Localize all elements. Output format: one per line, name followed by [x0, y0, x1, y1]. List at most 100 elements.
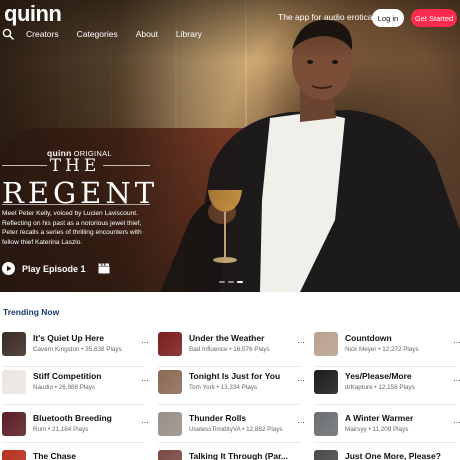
trending-item-meta: Rum • 21,184 Plays: [33, 426, 88, 433]
more-options-icon[interactable]: ···: [297, 455, 305, 460]
more-options-icon[interactable]: ···: [453, 455, 460, 460]
trending-item-creator[interactable]: Bad Influence: [189, 346, 228, 353]
trending-item-plays: 13,334 Plays: [220, 384, 258, 391]
trending-item[interactable]: Yes/Please/More drKapture • 12,156 Plays ·…: [314, 368, 460, 400]
search-icon[interactable]: [2, 28, 14, 40]
trending-item-plays: 26,988 Plays: [58, 384, 96, 391]
trending-item-plays: 35,638 Plays: [85, 346, 122, 353]
trending-item[interactable]: Tonight Is Just for You Tom York • 13,334…: [158, 368, 310, 400]
trending-item-meta: Nick Meyer • 12,272 Plays: [345, 346, 419, 353]
trending-thumbnail[interactable]: [2, 412, 26, 436]
more-options-icon[interactable]: ···: [297, 375, 305, 385]
nav-creators[interactable]: Creators: [26, 29, 59, 39]
play-circle-icon[interactable]: [2, 262, 15, 275]
trending-item-title[interactable]: Bluetooth Breeding: [33, 413, 112, 423]
trending-item[interactable]: Under the Weather Bad Influence • 16,576 …: [158, 330, 310, 362]
trending-item-meta: Bad Influence • 16,576 Plays: [189, 346, 270, 353]
more-options-icon[interactable]: ···: [141, 337, 149, 347]
trending-thumbnail[interactable]: [158, 412, 182, 436]
trending-item[interactable]: Bluetooth Breeding Rum • 21,184 Plays ···: [2, 410, 154, 442]
trending-item-meta: drKapture • 12,156 Plays: [345, 384, 415, 391]
trending-thumbnail[interactable]: [314, 450, 338, 460]
trending-item-plays: 12,882 Plays: [246, 426, 283, 433]
trending-thumbnail[interactable]: [314, 332, 338, 356]
row-divider: [158, 442, 300, 443]
row-divider: [2, 404, 144, 405]
feature-description: Meet Peter Kelly, voiced by Lucien Lavis…: [2, 210, 142, 246]
trending-thumbnail[interactable]: [2, 332, 26, 356]
row-divider: [314, 404, 456, 405]
more-options-icon[interactable]: ···: [453, 375, 460, 385]
trending-item-creator[interactable]: Rum: [33, 426, 46, 433]
clapperboard-icon[interactable]: [98, 263, 110, 274]
play-episode-button[interactable]: Play Episode 1: [2, 262, 110, 275]
login-button[interactable]: Log in: [372, 9, 404, 27]
carousel-dot[interactable]: [219, 281, 225, 283]
get-started-button[interactable]: Get Started: [411, 9, 457, 27]
trending-item-title[interactable]: Under the Weather: [189, 333, 264, 343]
carousel-dot[interactable]: [228, 281, 234, 283]
trending-thumbnail[interactable]: [158, 450, 182, 460]
trending-item[interactable]: The Chase ···: [2, 448, 154, 460]
trending-thumbnail[interactable]: [158, 370, 182, 394]
main-nav: Creators Categories About Library: [2, 27, 220, 41]
feature-title-small: THE: [49, 156, 101, 176]
trending-thumbnail[interactable]: [2, 370, 26, 394]
trending-item[interactable]: A Winter Warmer Mairsyy • 11,209 Plays ···: [314, 410, 460, 442]
trending-item-title[interactable]: Tonight Is Just for You: [189, 371, 280, 381]
trending-item-creator[interactable]: Tom York: [189, 384, 215, 391]
title-underline: [2, 204, 150, 205]
trending-item[interactable]: Stiff Competition Naudio • 26,988 Plays ··…: [2, 368, 154, 400]
nav-categories[interactable]: Categories: [77, 29, 118, 39]
quinn-logo[interactable]: quinn: [4, 1, 62, 27]
trending-item-title[interactable]: It's Quiet Up Here: [33, 333, 104, 343]
more-options-icon[interactable]: ···: [297, 417, 305, 427]
trending-item[interactable]: Countdown Nick Meyer • 12,272 Plays ···: [314, 330, 460, 362]
trending-item[interactable]: Just One More, Please? ···: [314, 448, 460, 460]
trending-item-title[interactable]: Yes/Please/More: [345, 371, 412, 381]
trending-item-creator[interactable]: UselessTimidityVA: [189, 426, 240, 433]
more-options-icon[interactable]: ···: [141, 417, 149, 427]
row-divider: [158, 404, 300, 405]
more-options-icon[interactable]: ···: [141, 455, 149, 460]
trending-item[interactable]: Talking It Through (Par... ···: [158, 448, 310, 460]
nav-library[interactable]: Library: [176, 29, 202, 39]
trending-item-creator[interactable]: Mairsyy: [345, 426, 367, 433]
trending-item-title[interactable]: Talking It Through (Par...: [189, 451, 288, 460]
trending-item-creator[interactable]: drKapture: [345, 384, 373, 391]
trending-item-title[interactable]: Stiff Competition: [33, 371, 101, 381]
trending-item-plays: 11,209 Plays: [372, 426, 409, 433]
trending-thumbnail[interactable]: [2, 450, 26, 460]
nav-about[interactable]: About: [136, 29, 158, 39]
more-options-icon[interactable]: ···: [297, 337, 305, 347]
more-options-icon[interactable]: ···: [141, 375, 149, 385]
trending-item-title[interactable]: Countdown: [345, 333, 392, 343]
trending-item-creator[interactable]: Naudio: [33, 384, 53, 391]
row-divider: [314, 442, 456, 443]
trending-item-meta: Mairsyy • 11,209 Plays: [345, 426, 408, 433]
trending-thumbnail[interactable]: [314, 370, 338, 394]
row-divider: [314, 366, 456, 367]
trending-item-title[interactable]: A Winter Warmer: [345, 413, 413, 423]
trending-item[interactable]: It's Quiet Up Here Cavern Kingston • 35,6…: [2, 330, 154, 362]
trending-item[interactable]: Thunder Rolls UselessTimidityVA • 12,882 …: [158, 410, 310, 442]
carousel-dot-active[interactable]: [237, 281, 243, 283]
trending-item-title[interactable]: Thunder Rolls: [189, 413, 246, 423]
trending-item-creator[interactable]: Nick Meyer: [345, 346, 377, 353]
hero-banner[interactable]: [0, 0, 460, 292]
row-divider: [2, 366, 144, 367]
trending-item-plays: 16,576 Plays: [233, 346, 270, 353]
more-options-icon[interactable]: ···: [453, 417, 460, 427]
row-divider: [2, 442, 144, 443]
trending-item-plays: 12,156 Plays: [378, 384, 415, 391]
trending-thumbnail[interactable]: [314, 412, 338, 436]
trending-item-plays: 21,184 Plays: [52, 426, 89, 433]
play-episode-label[interactable]: Play Episode 1: [22, 264, 86, 274]
trending-item-title[interactable]: The Chase: [33, 451, 76, 460]
more-options-icon[interactable]: ···: [453, 337, 460, 347]
trending-item-creator[interactable]: Cavern Kingston: [33, 346, 80, 353]
trending-item-plays: 12,272 Plays: [382, 346, 419, 353]
trending-item-meta: Tom York • 13,334 Plays: [189, 384, 257, 391]
trending-item-title[interactable]: Just One More, Please?: [345, 451, 441, 460]
trending-thumbnail[interactable]: [158, 332, 182, 356]
